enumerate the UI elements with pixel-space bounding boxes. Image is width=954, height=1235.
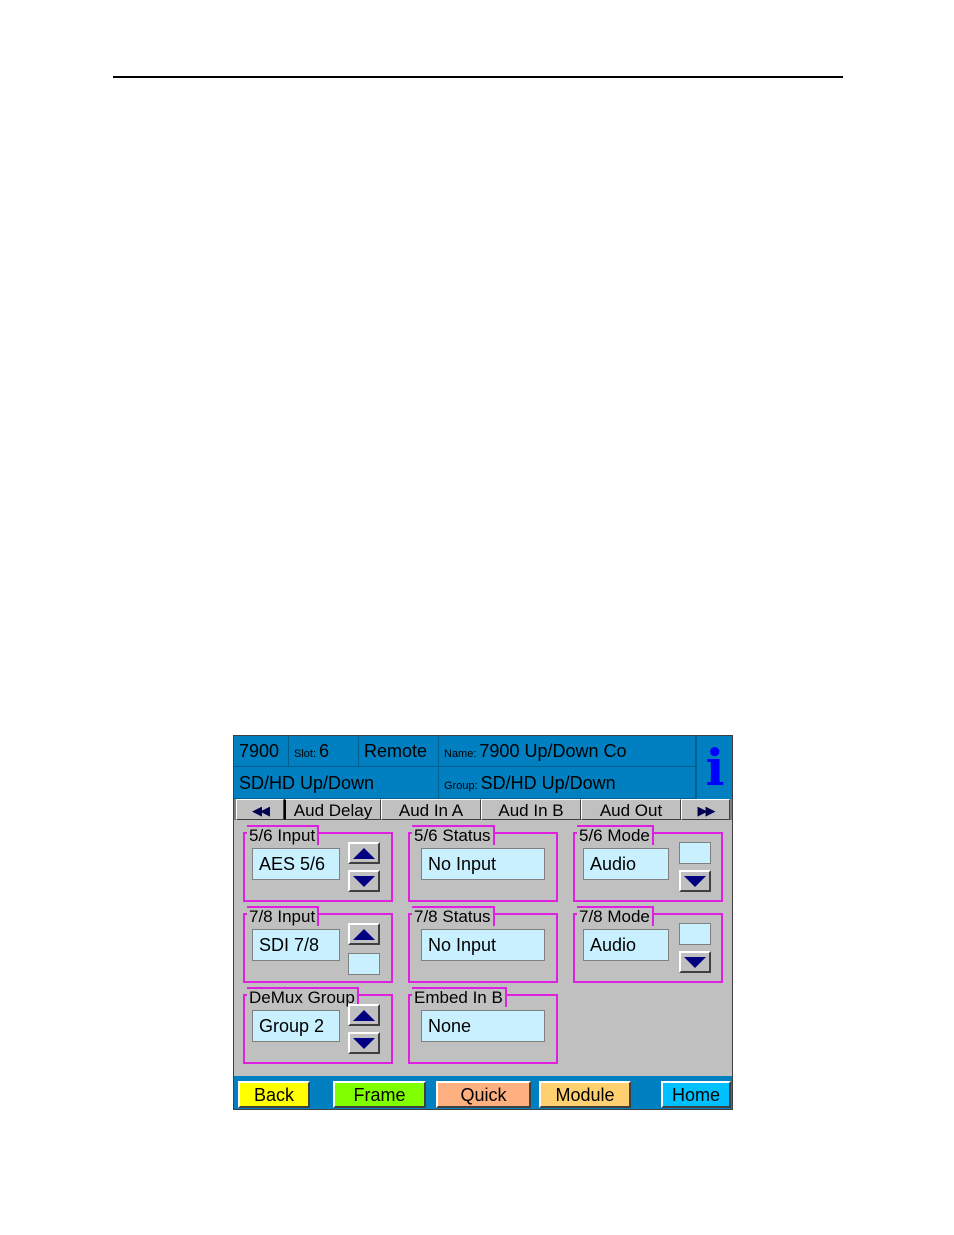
status-78-value: No Input (421, 929, 545, 961)
mode-78-up-placeholder (679, 923, 711, 945)
name-label: Name: (444, 748, 477, 760)
slot-value: 6 (319, 741, 330, 761)
input-78-group: 7/8 Input SDI 7/8 (243, 906, 393, 983)
tab-aud-in-a[interactable]: Aud In A (381, 799, 481, 820)
demux-group-up-button[interactable] (348, 1004, 380, 1026)
slot-label: Slot: (294, 748, 317, 760)
demux-group-down-button[interactable] (348, 1032, 380, 1054)
frame-button[interactable]: Frame (333, 1081, 426, 1108)
group-cell: Group: SD/HD Up/Down (439, 767, 696, 799)
status-56-value: No Input (421, 848, 545, 880)
tab-aud-delay[interactable]: Aud Delay (284, 799, 381, 820)
mode-56-up-placeholder (679, 842, 711, 864)
bottom-nav: Back Frame Quick Module Home (234, 1076, 732, 1109)
home-button[interactable]: Home (661, 1081, 731, 1108)
arrow-down-icon (684, 875, 706, 887)
remote-status: Remote (364, 741, 428, 761)
tab-aud-in-b[interactable]: Aud In B (481, 799, 581, 820)
demux-group-value: Group 2 (252, 1010, 340, 1042)
tab-aud-out[interactable]: Aud Out (581, 799, 681, 820)
back-button[interactable]: Back (238, 1081, 310, 1108)
tab-bar: ◀◀ Aud Delay Aud In A Aud In B Aud Out ▶… (234, 799, 732, 820)
input-78-title: 7/8 Input (247, 906, 320, 926)
name-cell: Name: 7900 Up/Down Co (439, 736, 696, 767)
card-type: SD/HD Up/Down (239, 773, 375, 793)
status-56-group: 5/6 Status No Input (408, 825, 558, 902)
mode-78-value: Audio (583, 929, 669, 961)
model-cell: 7900 (234, 736, 289, 767)
embed-in-b-group: Embed In B None (408, 987, 558, 1064)
mode-cell: Remote (359, 736, 439, 767)
model: 7900 (239, 741, 280, 761)
tab-next-arrow-icon[interactable]: ▶▶ (681, 799, 730, 820)
arrow-up-icon (353, 1009, 375, 1021)
header: 7900 Slot: 6 Remote Name: 7900 Up/Down Co … (234, 736, 732, 799)
input-56-up-button[interactable] (348, 842, 380, 864)
info-icon[interactable]: i (696, 736, 732, 799)
input-78-down-placeholder (348, 953, 380, 975)
embed-in-b-value: None (421, 1010, 545, 1042)
page-rule (113, 76, 843, 78)
group-label: Group: (444, 780, 478, 792)
mode-78-down-button[interactable] (679, 951, 711, 973)
status-56-title: 5/6 Status (412, 825, 495, 845)
group-value: SD/HD Up/Down (480, 773, 616, 793)
demux-group-group: DeMux Group Group 2 (243, 987, 393, 1064)
input-56-title: 5/6 Input (247, 825, 320, 845)
quick-button[interactable]: Quick (436, 1081, 531, 1108)
arrow-down-icon (684, 956, 706, 968)
input-56-value: AES 5/6 (252, 848, 340, 880)
arrow-up-icon (353, 928, 375, 940)
mode-78-group: 7/8 Mode Audio (573, 906, 723, 983)
input-78-up-button[interactable] (348, 923, 380, 945)
input-56-down-button[interactable] (348, 870, 380, 892)
mode-56-title: 5/6 Mode (577, 825, 654, 845)
input-56-group: 5/6 Input AES 5/6 (243, 825, 393, 902)
input-78-value: SDI 7/8 (252, 929, 340, 961)
device-panel: 7900 Slot: 6 Remote Name: 7900 Up/Down Co … (233, 735, 733, 1110)
mode-56-down-button[interactable] (679, 870, 711, 892)
arrow-down-icon (353, 1037, 375, 1049)
embed-in-b-title: Embed In B (412, 987, 507, 1007)
mode-56-group: 5/6 Mode Audio (573, 825, 723, 902)
status-78-title: 7/8 Status (412, 906, 495, 926)
arrow-up-icon (353, 847, 375, 859)
arrow-down-icon (353, 875, 375, 887)
module-button[interactable]: Module (539, 1081, 631, 1108)
mode-78-title: 7/8 Mode (577, 906, 654, 926)
status-78-group: 7/8 Status No Input (408, 906, 558, 983)
name-value: 7900 Up/Down Co (479, 741, 627, 761)
mode-56-value: Audio (583, 848, 669, 880)
demux-group-title: DeMux Group (247, 987, 359, 1007)
card-type-cell: SD/HD Up/Down (234, 767, 439, 799)
slot-cell: Slot: 6 (289, 736, 359, 767)
tab-prev-arrow-icon[interactable]: ◀◀ (236, 799, 284, 820)
